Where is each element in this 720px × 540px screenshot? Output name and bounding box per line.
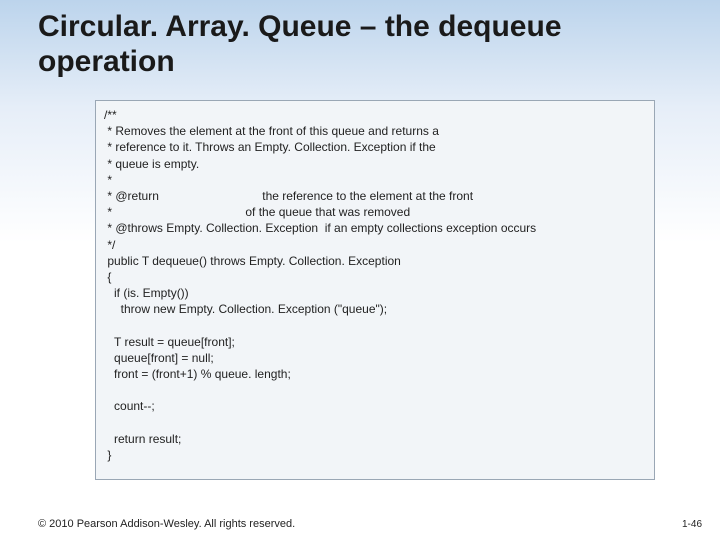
title-line-2: operation	[38, 45, 175, 78]
code-block: /** * Removes the element at the front o…	[95, 100, 655, 480]
page-number: 1-46	[682, 519, 702, 530]
slide: Circular. Array. Queue – the dequeue ope…	[0, 0, 720, 540]
copyright-footer: © 2010 Pearson Addison-Wesley. All right…	[38, 518, 295, 530]
slide-title: Circular. Array. Queue – the dequeue ope…	[38, 10, 690, 79]
title-line-1: Circular. Array. Queue – the dequeue	[38, 10, 562, 43]
